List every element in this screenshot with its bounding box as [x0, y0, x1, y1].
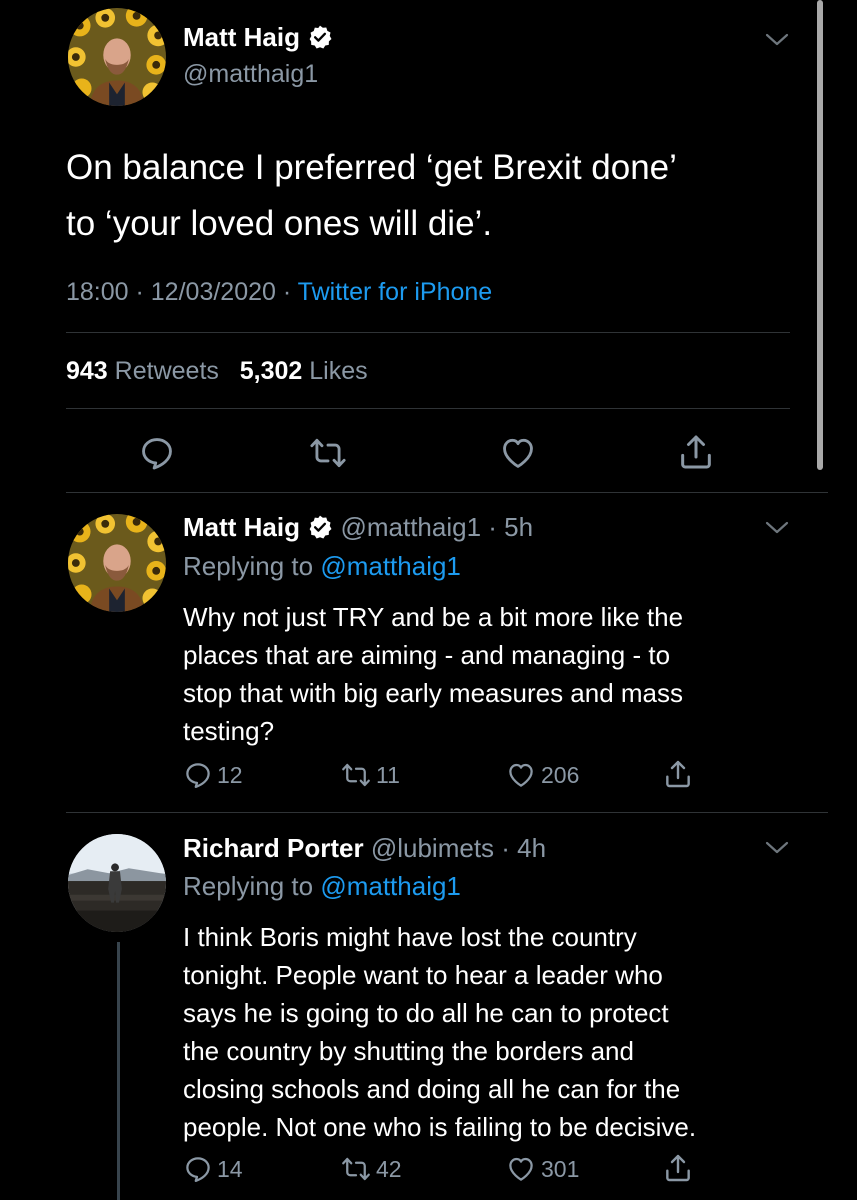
retweet-icon — [340, 760, 372, 790]
reply-text: Why not just TRY and be a bit more like … — [183, 598, 683, 750]
likes-stat[interactable]: 5,302 Likes — [240, 357, 368, 385]
heart-icon — [505, 1154, 537, 1184]
reply-text-line: Why not just TRY and be a bit more like … — [183, 602, 684, 632]
share-button[interactable] — [662, 758, 694, 790]
reply-text: I think Boris might have lost the countr… — [183, 918, 696, 1146]
like-count: 301 — [541, 1155, 580, 1182]
reply-icon — [183, 1154, 213, 1184]
avatar-image — [68, 834, 166, 932]
reply-author-handle[interactable]: @lubimets — [371, 833, 494, 863]
replying-to-label: Replying to — [183, 871, 314, 901]
reply-count: 14 — [217, 1155, 243, 1182]
share-button[interactable] — [676, 432, 716, 472]
like-button[interactable] — [498, 434, 538, 472]
chevron-down-icon[interactable] — [764, 32, 790, 48]
reply-time[interactable]: 4h — [517, 833, 546, 863]
replying-to: Replying to @matthaig1 — [183, 549, 461, 583]
author-avatar[interactable] — [68, 8, 166, 106]
chevron-down-icon[interactable] — [764, 840, 790, 856]
reply-author-name[interactable]: Matt Haig — [183, 512, 300, 542]
tweet-stats: 943 Retweets 5,302 Likes — [66, 355, 368, 387]
chevron-down-icon[interactable] — [764, 520, 790, 536]
reply-icon — [138, 434, 176, 472]
retweet-button[interactable]: 42 — [340, 1154, 402, 1184]
share-icon — [662, 1152, 694, 1184]
tweet-text: On balance I preferred ‘get Brexit done’… — [66, 140, 677, 252]
reply-text-line: places that are aiming - and managing - … — [183, 640, 671, 670]
like-button[interactable]: 301 — [505, 1154, 579, 1184]
retweets-stat[interactable]: 943 Retweets — [66, 357, 219, 385]
reply-header: Richard Porter @lubimets · 4h — [183, 833, 547, 863]
retweets-count: 943 — [66, 357, 108, 385]
share-icon — [662, 758, 694, 790]
avatar-image — [68, 8, 166, 106]
reply-avatar[interactable] — [68, 514, 166, 612]
likes-count: 5,302 — [239, 357, 303, 385]
replying-to: Replying to @matthaig1 — [183, 869, 461, 903]
retweet-count: 42 — [376, 1155, 402, 1182]
retweet-button[interactable]: 11 — [340, 760, 400, 790]
reply-text-line: the country by shutting the borders and — [183, 1036, 634, 1066]
thread-line — [117, 942, 120, 1200]
reply-text-line: testing? — [183, 716, 275, 746]
reply-text-line: people. Not one who is failing to be dec… — [183, 1112, 697, 1142]
divider — [66, 332, 790, 333]
tweet-text-line: to ‘your loved ones will die’. — [66, 204, 493, 243]
likes-label: Likes — [309, 357, 368, 385]
replying-to-handle[interactable]: @matthaig1 — [320, 551, 461, 581]
tweet-date[interactable]: 12/03/2020 — [151, 278, 276, 306]
reply-text-line: tonight. People want to hear a leader wh… — [183, 960, 663, 990]
replying-to-label: Replying to — [183, 551, 314, 581]
divider — [66, 492, 828, 493]
verified-icon — [307, 514, 333, 540]
reply-text-line: says he is going to do all he can to pro… — [183, 998, 669, 1028]
author-name[interactable]: Matt Haig — [183, 22, 300, 52]
replying-to-handle[interactable]: @matthaig1 — [320, 871, 461, 901]
reply-time[interactable]: 5h — [504, 512, 533, 542]
retweet-button[interactable] — [308, 434, 348, 472]
reply-count: 12 — [217, 761, 243, 788]
tweet-time[interactable]: 18:00 — [66, 278, 129, 306]
retweet-icon — [308, 434, 348, 472]
divider — [66, 408, 790, 409]
reply-button[interactable]: 14 — [183, 1154, 243, 1184]
reply-author-handle[interactable]: @matthaig1 — [340, 512, 481, 542]
scrollbar[interactable] — [817, 0, 823, 470]
share-button[interactable] — [662, 1152, 694, 1184]
reply-button[interactable]: 12 — [183, 760, 243, 790]
main-author-name-row[interactable]: Matt Haig — [183, 20, 333, 54]
retweet-count: 11 — [376, 761, 400, 788]
tweet-source[interactable]: Twitter for iPhone — [298, 278, 493, 306]
retweet-icon — [340, 1154, 372, 1184]
reply-icon — [183, 760, 213, 790]
reply-author-name[interactable]: Richard Porter — [183, 833, 364, 863]
reply-text-line: closing schools and doing all he can for… — [183, 1074, 681, 1104]
reply-text-line: I think Boris might have lost the countr… — [183, 922, 637, 952]
heart-icon — [505, 760, 537, 790]
verified-icon — [307, 24, 333, 50]
like-button[interactable]: 206 — [505, 760, 579, 790]
reply-button[interactable] — [138, 434, 176, 472]
share-icon — [676, 432, 716, 472]
tweet-meta: 18:00 · 12/03/2020 · Twitter for iPhone — [66, 278, 493, 306]
avatar-image — [68, 514, 166, 612]
reply-text-line: stop that with big early measures and ma… — [183, 678, 684, 708]
tweet-text-line: On balance I preferred ‘get Brexit done’ — [66, 148, 677, 187]
reply-header: Matt Haig @matthaig1 · 5h — [183, 512, 534, 542]
retweets-label: Retweets — [114, 357, 219, 385]
divider — [66, 812, 828, 813]
author-handle[interactable]: @matthaig1 — [183, 58, 318, 90]
reply-avatar[interactable] — [68, 834, 166, 932]
heart-icon — [498, 434, 538, 472]
like-count: 206 — [541, 761, 580, 788]
